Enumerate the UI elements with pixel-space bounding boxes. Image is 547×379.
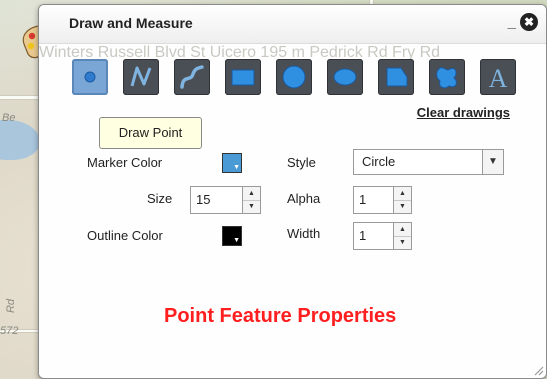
svg-text:A: A (489, 64, 508, 92)
chevron-down-icon[interactable]: ▼ (482, 150, 503, 174)
style-label: Style (287, 155, 316, 170)
map-label: Rd (5, 298, 18, 314)
draw-point-tooltip: Draw Point (99, 117, 202, 149)
draw-rectangle-button[interactable] (225, 59, 261, 95)
map-label: Be (2, 112, 16, 124)
freehand-polyline-icon (180, 65, 204, 89)
polyline-icon (130, 66, 152, 87)
spinner-buttons: ▲ ▼ (393, 223, 411, 249)
point-icon (84, 71, 96, 83)
dropdown-arrow-icon: ▼ (233, 164, 240, 171)
size-decrement-button[interactable]: ▼ (243, 200, 260, 213)
dialog-title: Draw and Measure (69, 15, 193, 31)
minimize-button[interactable]: _ (508, 14, 516, 31)
dropdown-arrow-icon: ▼ (233, 237, 240, 244)
outline-color-picker[interactable]: ▼ (222, 226, 242, 246)
rectangle-icon (231, 69, 255, 86)
alpha-value: 1 (359, 192, 367, 207)
size-increment-button[interactable]: ▲ (243, 187, 260, 201)
width-label: Width (287, 226, 321, 241)
marker-color-label: Marker Color (87, 155, 163, 170)
add-text-button[interactable]: A (480, 59, 516, 95)
resize-handle-icon[interactable] (532, 364, 544, 376)
polygon-icon (386, 67, 408, 87)
width-decrement-button[interactable]: ▼ (394, 236, 411, 249)
freehand-polygon-icon (436, 67, 457, 89)
style-select[interactable]: Circle ▼ (353, 149, 504, 175)
width-value: 1 (359, 228, 367, 243)
alpha-decrement-button[interactable]: ▼ (394, 200, 411, 213)
dialog-body: A Clear drawings Draw Point Marker Color… (39, 44, 546, 378)
clear-drawings-link[interactable]: Clear drawings (417, 105, 510, 120)
draw-freehand-polyline-button[interactable] (174, 59, 210, 95)
spinner-buttons: ▲ ▼ (242, 187, 260, 213)
width-spinner[interactable]: 1 ▲ ▼ (353, 222, 412, 250)
caption: Point Feature Properties (164, 305, 397, 327)
size-spinner[interactable]: 15 ▲ ▼ (190, 186, 261, 214)
draw-polygon-button[interactable] (378, 59, 414, 95)
outline-color-label: Outline Color (87, 228, 163, 243)
alpha-increment-button[interactable]: ▲ (394, 187, 411, 201)
size-label: Size (147, 191, 173, 206)
alpha-spinner[interactable]: 1 ▲ ▼ (353, 186, 412, 214)
ellipse-icon (333, 68, 357, 86)
draw-measure-dialog: Draw and Measure _ ✖ A Clear drawings Dr… (38, 4, 547, 379)
map-label: 572 (0, 325, 19, 337)
alpha-label: Alpha (287, 191, 321, 206)
draw-polyline-button[interactable] (123, 59, 159, 95)
style-value: Circle (362, 154, 396, 169)
width-increment-button[interactable]: ▲ (394, 223, 411, 237)
spinner-buttons: ▲ ▼ (393, 187, 411, 213)
close-button[interactable]: ✖ (520, 13, 538, 31)
draw-ellipse-button[interactable] (327, 59, 363, 95)
draw-circle-button[interactable] (276, 59, 312, 95)
draw-point-button[interactable] (72, 59, 108, 95)
marker-color-picker[interactable]: ▼ (222, 153, 242, 173)
circle-icon (282, 65, 306, 89)
lake (0, 120, 40, 160)
size-value: 15 (196, 192, 211, 207)
dialog-titlebar[interactable]: Draw and Measure _ ✖ (39, 5, 546, 44)
draw-freehand-polygon-button[interactable] (429, 59, 465, 95)
text-icon: A (489, 64, 508, 92)
